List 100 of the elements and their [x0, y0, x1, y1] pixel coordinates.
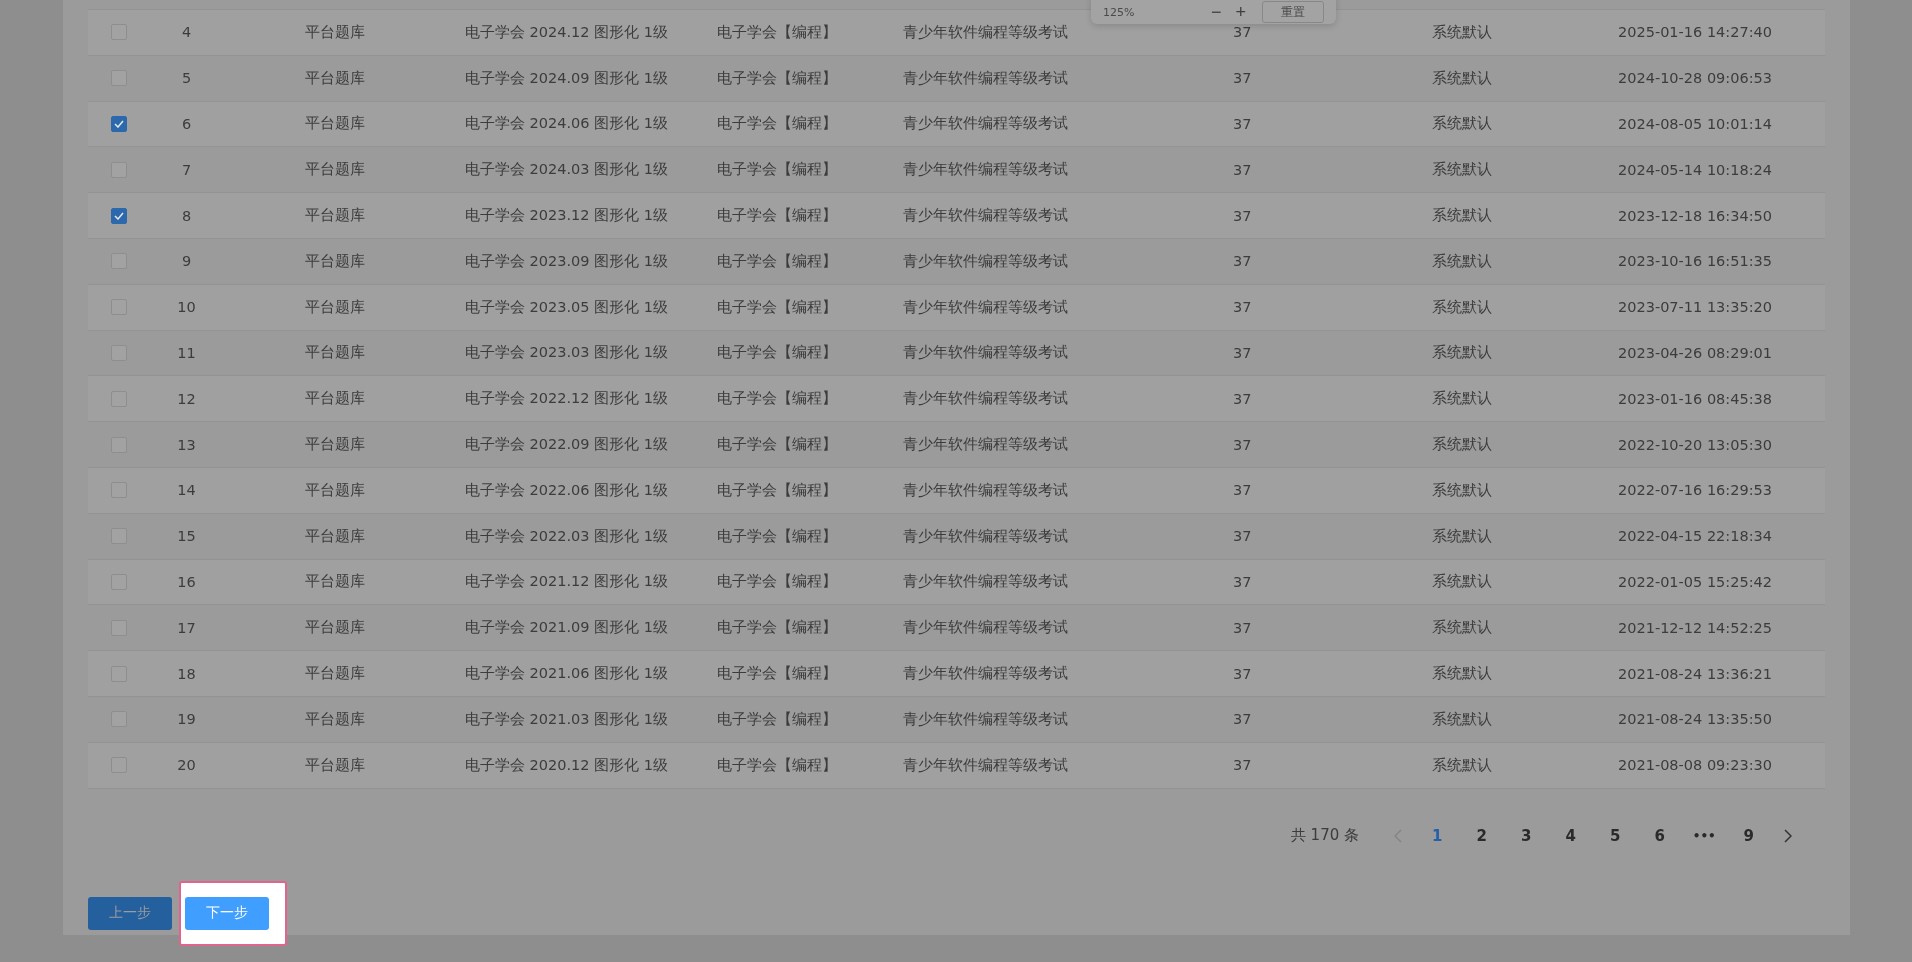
table-cell: 2023-10-16 16:51:35	[1618, 253, 1772, 270]
table-cell: 电子学会 2024.12 图形化 1级	[465, 23, 668, 40]
table-cell: 青少年软件编程等级考试	[903, 252, 1068, 269]
table-cell: 电子学会【编程】	[717, 527, 837, 544]
table-cell: 电子学会【编程】	[717, 252, 837, 269]
reset-button[interactable]: 重置	[1262, 1, 1324, 23]
table-cell: 青少年软件编程等级考试	[903, 390, 1068, 407]
table-cell: 平台题库	[305, 115, 365, 132]
table-cell: 系统默认	[1432, 298, 1492, 315]
table-cell: 13	[177, 436, 196, 453]
table-cell: 37	[1233, 299, 1252, 316]
table-cell: 系统默认	[1432, 161, 1492, 178]
table-cell: 青少年软件编程等级考试	[903, 710, 1068, 727]
table-cell: 8	[181, 207, 192, 224]
table-cell: 系统默认	[1432, 619, 1492, 636]
table-cell: 平台题库	[305, 710, 365, 727]
table-cell: 青少年软件编程等级考试	[903, 298, 1068, 315]
zoom-level: 125%	[1103, 5, 1135, 19]
table-cell: 系统默认	[1432, 390, 1492, 407]
table-cell: 平台题库	[305, 69, 365, 86]
next-step-button[interactable]: 下一步	[185, 896, 269, 930]
table-cell: 系统默认	[1432, 573, 1492, 590]
table-cell: 2024-05-14 10:18:24	[1618, 161, 1772, 178]
check-icon	[113, 120, 124, 128]
page-button[interactable]: 4	[1548, 819, 1593, 852]
table-cell: 平台题库	[305, 161, 365, 178]
table-cell: 2023-07-11 13:35:20	[1618, 299, 1772, 316]
table-cell: 平台题库	[305, 298, 365, 315]
table-cell: 2022-04-15 22:18:34	[1618, 528, 1772, 545]
table-cell: 青少年软件编程等级考试	[903, 23, 1068, 40]
table-cell: 37	[1233, 70, 1252, 87]
table-cell: 电子学会 2023.12 图形化 1级	[465, 207, 668, 224]
table-cell: 6	[181, 116, 192, 132]
zoom-in-button[interactable]: +	[1229, 1, 1252, 23]
table-cell: 4	[181, 24, 192, 41]
table-cell: 37	[1233, 528, 1252, 545]
table-cell: 平台题库	[305, 23, 365, 40]
table-cell: 2021-12-12 14:52:25	[1618, 619, 1772, 636]
check-icon	[113, 211, 124, 220]
table-cell: 系统默认	[1432, 252, 1492, 269]
page-button[interactable]: 2	[1459, 819, 1504, 852]
table-cell: 电子学会【编程】	[717, 619, 837, 636]
table-cell: 2023-04-26 08:29:01	[1618, 344, 1772, 361]
checkbox[interactable]	[110, 116, 127, 132]
table-cell: 电子学会【编程】	[717, 481, 837, 498]
table-cell: 2022-01-05 15:25:42	[1618, 573, 1772, 590]
table-cell: 18	[177, 665, 196, 682]
table-cell: 青少年软件编程等级考试	[903, 527, 1068, 544]
table-cell: 青少年软件编程等级考试	[903, 436, 1068, 453]
table-cell: 青少年软件编程等级考试	[903, 665, 1068, 682]
table-cell: 平台题库	[305, 619, 365, 636]
table-cell: 电子学会 2022.06 图形化 1级	[465, 481, 668, 498]
table-cell: 系统默认	[1432, 207, 1492, 224]
table-cell: 19	[177, 711, 196, 728]
table-cell: 2021-08-24 13:35:50	[1618, 711, 1772, 728]
table-cell: 17	[177, 619, 196, 636]
table-cell: 15	[177, 528, 196, 545]
table-cell: 电子学会 2021.12 图形化 1级	[465, 573, 668, 590]
table-cell: 电子学会 2021.06 图形化 1级	[465, 665, 668, 682]
table-cell: 11	[177, 344, 196, 361]
table-cell: 16	[177, 573, 196, 590]
table-cell: 37	[1233, 390, 1252, 407]
table-cell: 电子学会 2022.12 图形化 1级	[465, 390, 668, 407]
table-cell: 12	[177, 390, 196, 407]
table-cell: 青少年软件编程等级考试	[903, 207, 1068, 224]
table-cell: 电子学会【编程】	[717, 573, 837, 590]
table-cell: 电子学会 2024.09 图形化 1级	[465, 69, 668, 86]
table-cell: 37	[1233, 573, 1252, 590]
table-cell: 青少年软件编程等级考试	[903, 481, 1068, 498]
checkbox[interactable]	[110, 207, 127, 224]
table-cell: 平台题库	[305, 573, 365, 590]
page-button[interactable]: 5	[1593, 819, 1638, 852]
table-cell: 系统默认	[1432, 756, 1492, 773]
table-cell: 电子学会【编程】	[717, 710, 837, 727]
table-cell: 37	[1233, 253, 1252, 270]
table-cell: 37	[1233, 436, 1252, 453]
table-cell: 电子学会【编程】	[717, 69, 837, 86]
more-pages-button[interactable]: •••	[1682, 819, 1727, 852]
table-cell: 37	[1233, 482, 1252, 499]
table-cell: 平台题库	[305, 436, 365, 453]
table-cell: 37	[1233, 161, 1252, 178]
page-button[interactable]: 9	[1726, 819, 1771, 852]
table-cell: 青少年软件编程等级考试	[903, 756, 1068, 773]
table-cell: 电子学会 2020.12 图形化 1级	[465, 756, 668, 773]
table-cell: 2022-10-20 13:05:30	[1618, 436, 1772, 453]
zoom-out-button[interactable]: −	[1204, 1, 1228, 23]
table-cell: 青少年软件编程等级考试	[903, 115, 1068, 132]
table-cell: 电子学会【编程】	[717, 115, 837, 132]
table-cell: 电子学会 2022.03 图形化 1级	[465, 527, 668, 544]
table-cell: 系统默认	[1432, 23, 1492, 40]
table-cell: 20	[177, 757, 196, 774]
table-cell: 2022-07-16 16:29:53	[1618, 482, 1772, 499]
table-cell: 电子学会 2022.09 图形化 1级	[465, 436, 668, 453]
table-cell: 青少年软件编程等级考试	[903, 573, 1068, 590]
table-cell: 平台题库	[305, 390, 365, 407]
table-cell: 系统默认	[1432, 436, 1492, 453]
table-cell: 青少年软件编程等级考试	[903, 69, 1068, 86]
table-cell: 电子学会【编程】	[717, 665, 837, 682]
page-button[interactable]: 6	[1637, 819, 1682, 852]
page-button[interactable]: 3	[1504, 819, 1549, 852]
